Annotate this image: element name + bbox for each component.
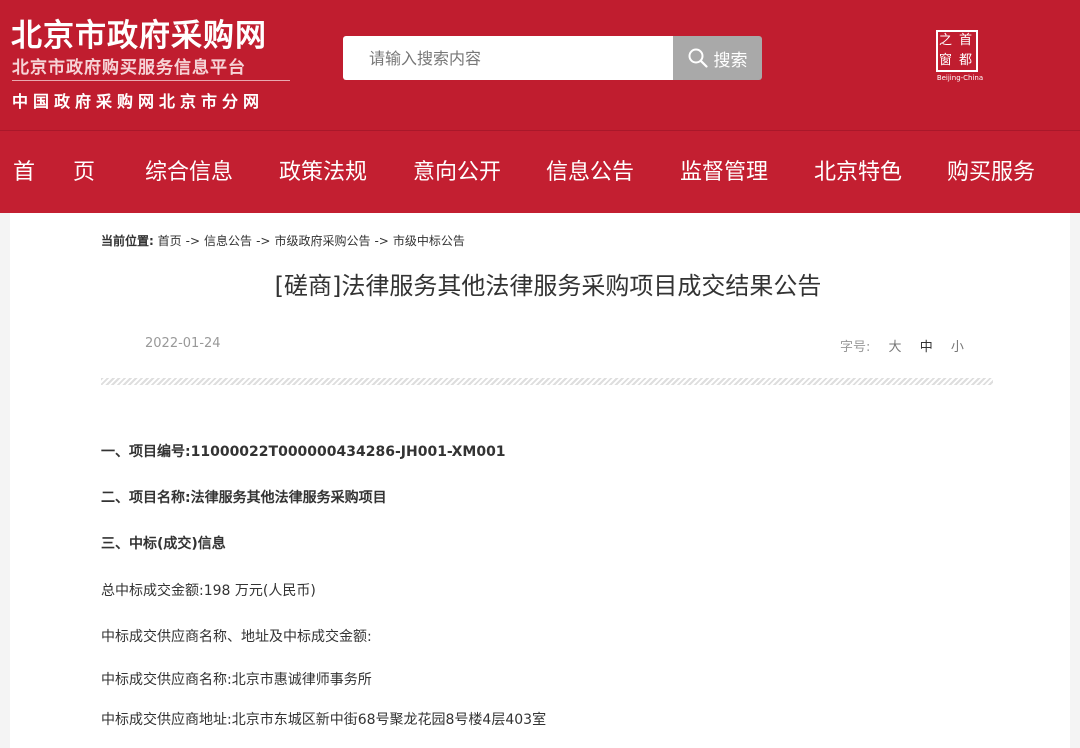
- site-logo-subtitle: 北京市政府购买服务信息平台: [12, 58, 246, 78]
- breadcrumb-separator: ->: [256, 234, 271, 248]
- breadcrumb-separator: ->: [185, 234, 201, 248]
- search-box: [343, 36, 673, 80]
- seal-char: 首: [959, 33, 973, 48]
- nav-item-purchase-services[interactable]: 购买服务: [947, 131, 1035, 214]
- breadcrumb-label: 当前位置:: [101, 234, 154, 248]
- seal-char: 之: [939, 33, 953, 48]
- font-size-small-option[interactable]: 小: [951, 340, 964, 355]
- search-button-label: 搜索: [713, 50, 748, 71]
- site-logo-tagline: 中国政府采购网北京市分网: [12, 92, 265, 111]
- supplier-address-line: 中标成交供应商地址:北京市东城区新中街68号聚龙花园8号楼4层403室: [101, 712, 547, 728]
- nav-item-intent-disclosure[interactable]: 意向公开: [413, 131, 501, 214]
- breadcrumb-item-announcements[interactable]: 信息公告: [204, 234, 252, 248]
- total-award-amount-line: 总中标成交金额:198 万元(人民币): [101, 583, 316, 599]
- breadcrumb-item-municipal-procurement[interactable]: 市级政府采购公告: [274, 234, 370, 248]
- seal-char: 都: [959, 53, 973, 68]
- nav-home-char: 页: [73, 160, 96, 185]
- breadcrumb-item-home[interactable]: 首页: [158, 234, 182, 248]
- breadcrumb-item-municipal-award[interactable]: 市级中标公告: [393, 234, 465, 248]
- search-button[interactable]: 搜索: [673, 36, 762, 80]
- nav-item-announcements[interactable]: 信息公告: [546, 131, 634, 214]
- font-size-medium-option[interactable]: 中: [920, 340, 933, 355]
- font-size-control: 字号: 大 中 小: [840, 336, 964, 355]
- nav-item-supervision[interactable]: 监督管理: [680, 131, 768, 214]
- supplier-info-heading: 中标成交供应商名称、地址及中标成交金额:: [101, 629, 372, 645]
- supplier-name-line: 中标成交供应商名称:北京市惠诚律师事务所: [101, 672, 372, 688]
- beijing-seal-logo: 之 首 窗 都 Beijing-China: [932, 30, 988, 84]
- seal-char: 窗: [939, 53, 953, 68]
- award-info-heading: 三、中标(成交)信息: [101, 536, 226, 552]
- article-date: 2022-01-24: [145, 336, 221, 351]
- nav-item-beijing-features[interactable]: 北京特色: [814, 131, 902, 214]
- site-header: 北京市政府采购网 北京市政府购买服务信息平台 中国政府采购网北京市分网 搜索 之…: [0, 0, 1080, 130]
- logo-divider: [12, 80, 290, 81]
- article-divider: [101, 378, 993, 385]
- nav-item-policies[interactable]: 政策法规: [279, 131, 367, 214]
- project-name-line: 二、项目名称:法律服务其他法律服务采购项目: [101, 490, 387, 506]
- article-title: [磋商]法律服务其他法律服务采购项目成交结果公告: [274, 272, 822, 300]
- page: 北京市政府采购网 北京市政府购买服务信息平台 中国政府采购网北京市分网 搜索 之…: [0, 0, 1080, 748]
- search-input[interactable]: [343, 36, 673, 80]
- nav-home-char: 首: [13, 160, 36, 185]
- search-icon: [688, 48, 708, 68]
- main-nav: 首 页 综合信息 政策法规 意向公开 信息公告 监督管理 北京特色 购买服务: [0, 130, 1080, 213]
- font-size-label: 字号:: [840, 340, 871, 355]
- seal-caption: Beijing-China: [936, 74, 984, 82]
- font-size-large-option[interactable]: 大: [889, 340, 902, 355]
- breadcrumb-separator: ->: [374, 234, 389, 248]
- site-logo-title[interactable]: 北京市政府采购网: [11, 10, 267, 55]
- nav-item-general-info[interactable]: 综合信息: [145, 131, 233, 214]
- project-number-line: 一、项目编号:11000022T000000434286-JH001-XM001: [101, 444, 506, 460]
- breadcrumb: 当前位置: 首页 -> 信息公告 -> 市级政府采购公告 -> 市级中标公告: [101, 232, 465, 249]
